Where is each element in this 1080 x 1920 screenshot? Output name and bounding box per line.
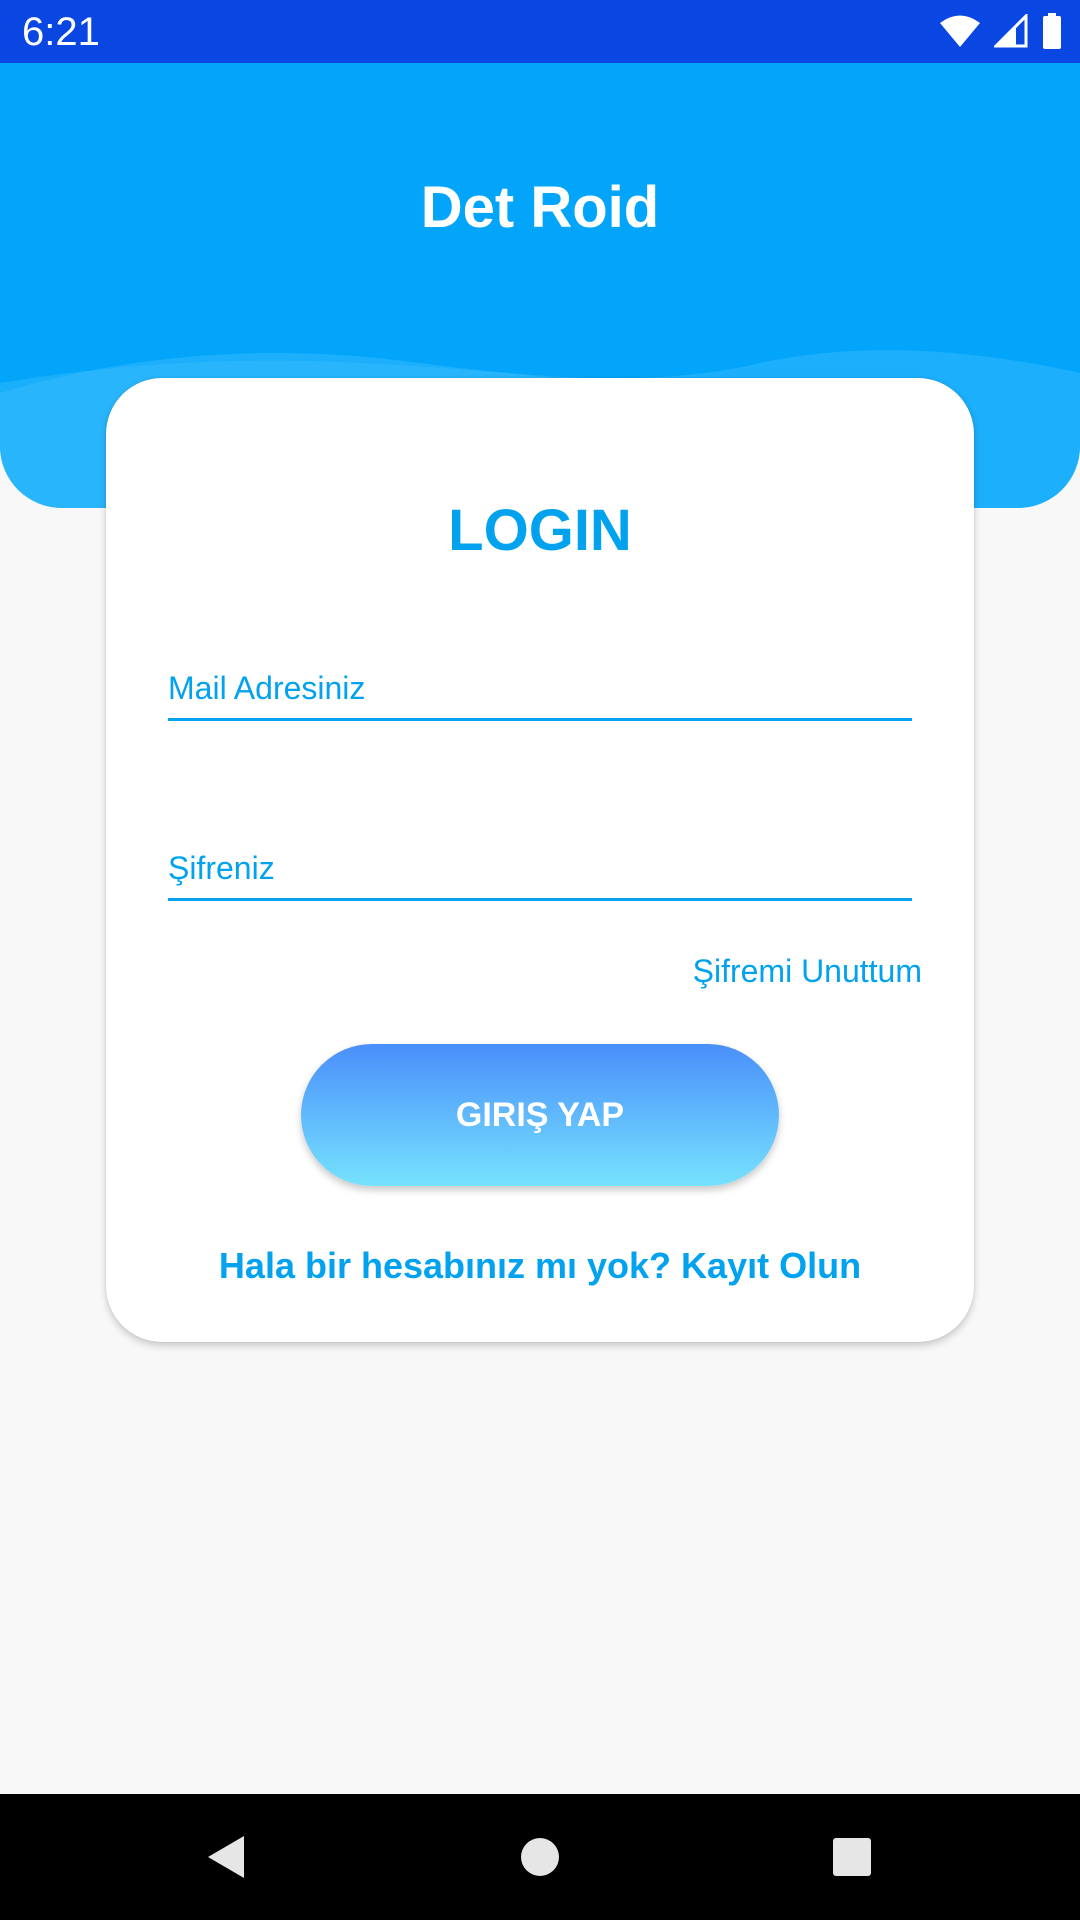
home-icon: [521, 1838, 559, 1876]
home-button[interactable]: [510, 1827, 570, 1887]
recents-icon: [833, 1838, 871, 1876]
forgot-password-link[interactable]: Şifremi Unuttum: [693, 950, 922, 992]
status-icons: [940, 12, 1062, 50]
back-button[interactable]: [196, 1827, 256, 1887]
app-title: Det Roid: [420, 175, 660, 240]
battery-icon: [1042, 13, 1062, 49]
navigation-bar: [0, 1794, 1080, 1920]
recents-button[interactable]: [822, 1827, 882, 1887]
login-button[interactable]: GIRIŞ YAP: [301, 1044, 779, 1186]
status-bar: 6:21: [0, 0, 1080, 63]
back-icon: [208, 1836, 244, 1878]
cellular-signal-icon: [994, 14, 1028, 48]
password-input[interactable]: [168, 838, 912, 898]
login-screen: 6:21 Det Roid LOGIN Mail Adresiniz Şifre…: [0, 0, 1080, 1920]
wifi-icon: [940, 14, 980, 48]
email-field[interactable]: [168, 658, 912, 721]
register-link[interactable]: Hala bir hesabınız mı yok? Kayıt Olun: [106, 1244, 974, 1288]
email-input[interactable]: [168, 658, 912, 718]
status-time: 6:21: [22, 10, 100, 54]
login-title: LOGIN: [448, 498, 632, 563]
password-field[interactable]: [168, 838, 912, 901]
